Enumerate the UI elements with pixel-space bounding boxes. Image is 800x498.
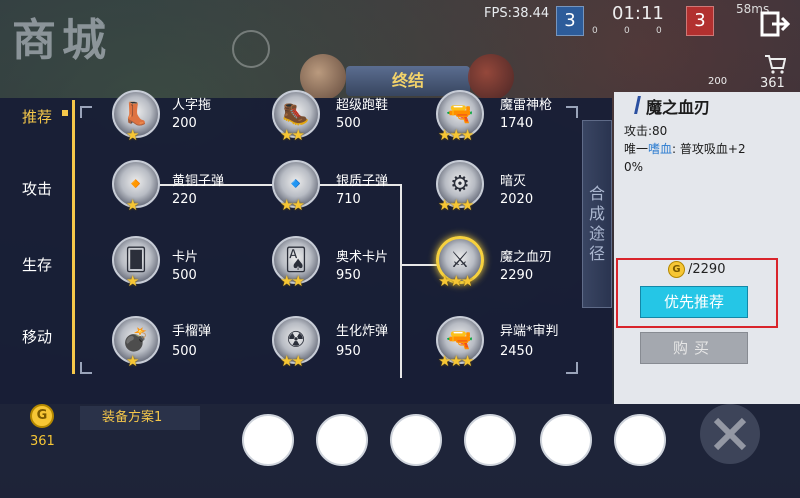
item-stars: ★ (126, 272, 140, 290)
item-price: 500 (172, 344, 197, 359)
item-price: 950 (336, 268, 361, 283)
item-name: 魔之血刃 (500, 250, 553, 265)
grid-corner-tl (80, 106, 92, 118)
item-stars: ★★ (280, 272, 305, 290)
shop-title: 商城 (12, 15, 112, 66)
detail-unique-keyword: 嗜血 (648, 142, 673, 156)
equipment-slot[interactable] (390, 414, 442, 466)
detail-unique-desc: : 普攻吸血+2 (672, 142, 746, 156)
item-name: 生化炸弹 (336, 324, 389, 339)
equipment-slot[interactable] (242, 414, 294, 466)
item-price: 220 (172, 192, 197, 207)
item-stars: ★★★ (438, 196, 474, 214)
detail-unique-prefix: 唯一 (624, 142, 649, 156)
grid-corner-tr (566, 106, 578, 118)
kills-stat: 0 (592, 26, 598, 36)
tree-line-vertical (400, 184, 402, 378)
item-stars: ★★ (280, 352, 305, 370)
item-price: 2450 (500, 344, 534, 359)
gold-coin-icon: G (668, 261, 685, 278)
item-stars: ★★★ (438, 126, 474, 144)
deaths-stat: 0 (624, 26, 630, 36)
category-divider (72, 100, 75, 374)
item-stars: ★ (126, 126, 140, 144)
grid-corner-br (566, 362, 578, 374)
match-timer: 01:11 (612, 3, 664, 24)
item-glyph-icon: 🥾 (282, 101, 310, 127)
item-name: 奥术卡片 (336, 250, 389, 265)
priority-recommend-button[interactable]: 优先推荐 (640, 286, 748, 318)
item-stars: ★ (126, 352, 140, 370)
category-recommended[interactable]: 推荐 (22, 106, 52, 127)
equipment-slot[interactable] (316, 414, 368, 466)
item-stars: ★ (126, 196, 140, 214)
gold-icon: G (30, 404, 54, 428)
item-glyph-icon: ⚔ (450, 247, 470, 273)
equipment-slot[interactable] (464, 414, 516, 466)
item-glyph-icon: 🂡 (284, 247, 308, 273)
category-active-marker (62, 110, 68, 116)
detail-stat: 攻击:80 (624, 124, 668, 138)
gold-top-label: 200 (708, 76, 728, 87)
shop-gold-count: 361 (760, 76, 785, 91)
item-glyph-icon: 🔹 (282, 171, 310, 197)
item-stars: ★★★ (438, 352, 474, 370)
exit-icon[interactable] (760, 10, 790, 38)
assists-stat: 0 (656, 26, 662, 36)
category-attack[interactable]: 攻击 (22, 178, 52, 199)
item-name: 黄铜子弹 (172, 174, 225, 189)
item-glyph-icon: 👢 (122, 101, 150, 127)
item-name: 暗灭 (500, 174, 527, 189)
item-stars: ★★★ (438, 272, 474, 290)
item-glyph-icon: 🔸 (122, 171, 150, 197)
equipment-slot[interactable] (614, 414, 666, 466)
detail-unique-cont: 0% (624, 160, 644, 174)
item-price: 710 (336, 192, 361, 207)
item-name: 异端*审判 (500, 324, 559, 339)
item-name: 魔雷神枪 (500, 98, 553, 113)
gold-amount: 361 (30, 434, 55, 449)
cart-icon[interactable] (764, 54, 786, 74)
equipment-slot[interactable] (540, 414, 592, 466)
detail-unique: 唯一嗜血: 普攻吸血+2 (624, 140, 746, 157)
item-name: 手榴弹 (172, 324, 212, 339)
item-name: 人字拖 (172, 98, 212, 113)
item-price: 500 (336, 116, 361, 131)
item-name: 超级跑鞋 (336, 98, 389, 113)
category-survival[interactable]: 生存 (22, 254, 52, 275)
item-price: 2020 (500, 192, 534, 207)
sound-toggle-icon[interactable] (232, 30, 270, 68)
equipment-plan-label[interactable]: 装备方案1 (80, 406, 200, 430)
item-glyph-icon: 💣 (122, 327, 150, 353)
category-movement[interactable]: 移动 (22, 326, 52, 347)
item-stars: ★★ (280, 196, 305, 214)
item-name: 银质子弹 (336, 174, 389, 189)
item-price: 950 (336, 344, 361, 359)
item-stars: ★★ (280, 126, 305, 144)
buy-button[interactable]: 购买 (640, 332, 748, 364)
detail-price: /2290 (688, 262, 726, 277)
category-list: 推荐 攻击 生存 移动 (0, 98, 72, 374)
synthesis-path-label: 合成途径 (588, 184, 605, 263)
detail-item-name: 魔之血刃 (646, 98, 711, 117)
item-glyph-icon: ☢ (286, 327, 306, 353)
crossed-swords-icon[interactable] (700, 404, 760, 464)
fps-counter: FPS:38.44 (484, 6, 550, 21)
item-name: 卡片 (172, 250, 199, 265)
item-glyph-icon: ⚙ (450, 171, 470, 197)
tree-line-branch (400, 264, 440, 266)
item-glyph-icon: 🔫 (446, 101, 474, 127)
item-glyph-icon: 🂠 (124, 247, 148, 273)
item-price: 2290 (500, 268, 534, 283)
item-glyph-icon: 🔫 (446, 327, 474, 353)
item-price: 500 (172, 268, 197, 283)
blue-team-score: 3 (556, 6, 584, 36)
item-price: 200 (172, 116, 197, 131)
item-price: 1740 (500, 116, 534, 131)
red-team-score: 3 (686, 6, 714, 36)
grid-corner-bl (80, 362, 92, 374)
